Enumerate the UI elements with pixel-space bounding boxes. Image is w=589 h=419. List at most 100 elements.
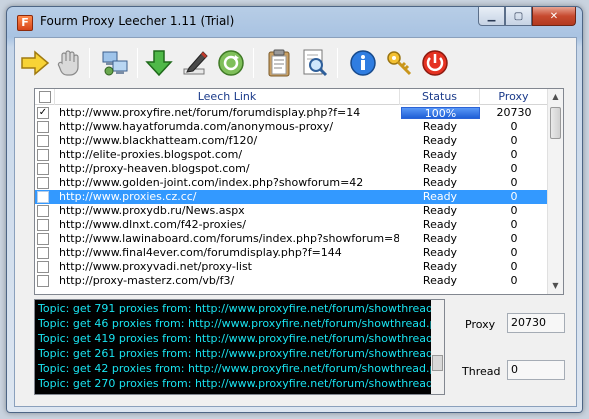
title-bar[interactable]: F Fourm Proxy Leecher 1.11 (Trial) ▁ ▢ ✕	[7, 7, 582, 37]
refresh-button[interactable]	[215, 47, 247, 79]
row-proxy-count: 0	[510, 134, 518, 147]
row-link: http://elite-proxies.blogspot.com/	[59, 148, 243, 161]
row-status: Ready	[422, 260, 458, 273]
row-progress-bar: 100%	[401, 107, 480, 120]
table-row[interactable]: http://proxy-heaven.blogspot.com/Ready 0	[35, 162, 548, 176]
row-link: http://proxy-masterz.com/vb/f3/	[59, 274, 235, 287]
start-button[interactable]	[19, 47, 51, 79]
column-header-status[interactable]: Status	[400, 89, 480, 105]
table-row[interactable]: http://www.final4ever.com/forumdisplay.p…	[35, 246, 548, 260]
row-status: 100%	[424, 107, 457, 120]
row-status: Ready	[422, 120, 458, 133]
table-row[interactable]: ✓ http://www.proxyfire.net/forum/forumdis…	[35, 106, 548, 120]
row-proxy-count: 0	[510, 274, 518, 287]
close-button[interactable]: ✕	[532, 7, 576, 26]
network-button[interactable]	[99, 47, 131, 79]
row-checkbox[interactable]	[37, 149, 49, 161]
arrow-right-icon	[21, 50, 50, 76]
toolbar	[15, 38, 576, 86]
row-checkbox[interactable]	[37, 177, 49, 189]
log-scrollbar[interactable]	[431, 300, 444, 394]
row-link: http://www.proxies.cz.cc/	[59, 190, 197, 203]
stop-button[interactable]	[53, 47, 85, 79]
minimize-button[interactable]: ▁	[478, 7, 505, 26]
exit-button[interactable]	[419, 47, 451, 79]
scroll-thumb[interactable]	[550, 107, 561, 139]
table-row[interactable]: http://proxy-masterz.com/vb/f3/Ready 0	[35, 274, 548, 288]
proxy-count-field[interactable]: 20730	[507, 313, 565, 333]
row-checkbox[interactable]	[37, 121, 49, 133]
row-checkbox[interactable]	[37, 163, 49, 175]
toolbar-separator	[89, 48, 90, 78]
row-link: http://www.lawinaboard.com/forums/index.…	[59, 232, 399, 245]
toolbar-separator	[137, 48, 138, 78]
row-link: http://www.golden-joint.com/index.php?sh…	[59, 176, 364, 189]
row-checkbox[interactable]	[37, 275, 49, 287]
table-row[interactable]: http://www.blackhatteam.com/f120/Ready 0	[35, 134, 548, 148]
power-icon	[422, 50, 448, 76]
row-proxy-count: 0	[510, 260, 518, 273]
leech-link-list[interactable]: Leech Link Status Proxy ✓ http://www.prox…	[34, 88, 564, 295]
thread-count-field[interactable]: 0	[507, 360, 565, 380]
download-button[interactable]	[143, 47, 175, 79]
scroll-up-arrow[interactable]: ▲	[548, 89, 563, 105]
log-line: Topic: get 42 proxies from: http://www.p…	[38, 362, 433, 375]
refresh-circle-icon	[218, 50, 244, 76]
search-button[interactable]	[299, 47, 331, 79]
row-checkbox[interactable]: ✓	[37, 107, 49, 119]
row-proxy-count: 0	[510, 232, 518, 245]
network-icon	[102, 51, 128, 76]
row-status: Ready	[422, 148, 458, 161]
info-button[interactable]	[347, 47, 379, 79]
table-row[interactable]: http://www.golden-joint.com/index.php?sh…	[35, 176, 548, 190]
log-scroll-thumb[interactable]	[432, 355, 443, 371]
log-line: Topic: get 270 proxies from: http://www.…	[38, 377, 433, 390]
table-row[interactable]: http://elite-proxies.blogspot.com/Ready 0	[35, 148, 548, 162]
row-proxy-count: 0	[510, 162, 518, 175]
row-checkbox[interactable]	[37, 205, 49, 217]
row-status: Ready	[422, 232, 458, 245]
maximize-button[interactable]: ▢	[505, 7, 532, 26]
scroll-down-arrow[interactable]: ▼	[548, 278, 563, 294]
row-proxy-count: 0	[510, 176, 518, 189]
select-all-checkbox[interactable]	[39, 91, 51, 103]
list-scrollbar[interactable]: ▲ ▼	[547, 89, 563, 294]
row-checkbox[interactable]	[37, 219, 49, 231]
row-checkbox[interactable]	[37, 261, 49, 273]
row-link: http://www.proxyfire.net/forum/forumdisp…	[59, 106, 361, 119]
row-checkbox[interactable]	[37, 135, 49, 147]
table-row[interactable]: http://www.hayatforumda.com/anonymous-pr…	[35, 120, 548, 134]
client-area: Leech Link Status Proxy ✓ http://www.prox…	[14, 37, 577, 407]
header-check-all[interactable]	[35, 89, 55, 105]
clipboard-button[interactable]	[263, 47, 295, 79]
column-header-link[interactable]: Leech Link	[55, 89, 400, 105]
log-output[interactable]: Topic: get 791 proxies from: http://www.…	[34, 299, 445, 395]
table-row[interactable]: http://www.proxyvadi.net/proxy-list Ready…	[35, 260, 548, 274]
row-proxy-count: 0	[510, 246, 518, 259]
column-header-proxy[interactable]: Proxy	[480, 89, 548, 105]
search-document-icon	[303, 49, 328, 77]
app-icon: F	[17, 15, 33, 31]
row-proxy-count: 0	[510, 120, 518, 133]
pencil-icon	[183, 51, 208, 75]
window-title: Fourm Proxy Leecher 1.11 (Trial)	[40, 14, 235, 28]
edit-button[interactable]	[179, 47, 211, 79]
log-line: Topic: get 46 proxies from: http://www.p…	[38, 317, 433, 330]
row-checkbox[interactable]	[37, 233, 49, 245]
list-header: Leech Link Status Proxy	[35, 89, 548, 105]
thread-count-label: Thread	[462, 365, 501, 378]
row-status: Ready	[422, 204, 458, 217]
row-link: http://www.hayatforumda.com/anonymous-pr…	[59, 120, 334, 133]
row-status: Ready	[422, 176, 458, 189]
table-row[interactable]: http://www.dlnxt.com/f42-proxies/Ready 0	[35, 218, 548, 232]
table-row[interactable]: http://www.proxydb.ru/News.aspx Ready 0	[35, 204, 548, 218]
row-status: Ready	[422, 134, 458, 147]
row-checkbox[interactable]	[37, 191, 49, 203]
table-row[interactable]: http://www.lawinaboard.com/forums/index.…	[35, 232, 548, 246]
row-proxy-count: 0	[510, 218, 518, 231]
row-status: Ready	[422, 246, 458, 259]
row-proxy-count: 0	[510, 204, 518, 217]
table-row[interactable]: http://www.proxies.cz.cc/Ready 0	[35, 190, 548, 204]
register-key-button[interactable]	[383, 47, 415, 79]
row-checkbox[interactable]	[37, 247, 49, 259]
